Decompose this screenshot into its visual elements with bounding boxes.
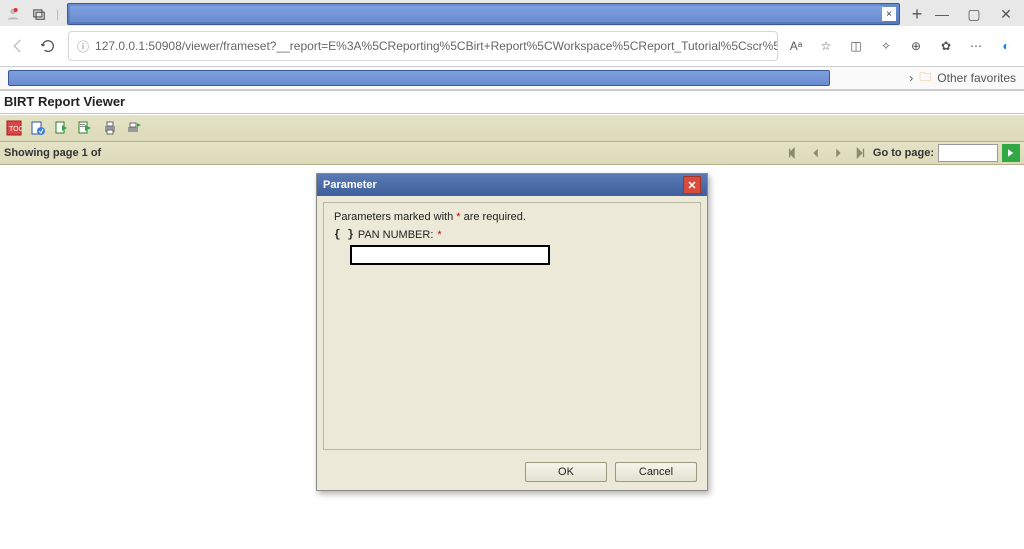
- favorite-star-icon[interactable]: ☆: [818, 39, 834, 53]
- param-label: PAN NUMBER:: [358, 229, 434, 241]
- dialog-button-row: OK Cancel: [317, 456, 707, 490]
- tab-loading-bar: [70, 6, 884, 22]
- window-controls: — ▢ ✕: [934, 6, 1020, 23]
- first-page-button[interactable]: [785, 144, 803, 162]
- maximize-button[interactable]: ▢: [966, 6, 982, 23]
- viewer-toolbar: TOC: [0, 114, 1024, 142]
- tab-close-button[interactable]: ×: [882, 7, 896, 21]
- site-info-icon[interactable]: ⓘ: [77, 38, 89, 55]
- address-bar-row: ⓘ 127.0.0.1:50908/viewer/frameset?__repo…: [0, 26, 1024, 67]
- of-label: of: [91, 147, 101, 159]
- favorites-loading-bar: [8, 70, 830, 86]
- pan-number-input[interactable]: [350, 245, 550, 265]
- browser-tab[interactable]: ×: [67, 3, 900, 25]
- minimize-button[interactable]: —: [934, 6, 950, 23]
- server-print-button[interactable]: [124, 118, 144, 138]
- toc-button[interactable]: TOC: [4, 118, 24, 138]
- url-bar[interactable]: ⓘ 127.0.0.1:50908/viewer/frameset?__repo…: [68, 31, 778, 61]
- goto-page-input[interactable]: [938, 144, 998, 162]
- tab-overview-icon[interactable]: [30, 5, 48, 23]
- last-page-button[interactable]: [851, 144, 869, 162]
- dialog-body: Parameters marked with * are required. {…: [323, 202, 701, 450]
- required-note: Parameters marked with * are required.: [334, 211, 690, 223]
- other-favorites-link[interactable]: Other favorites: [937, 71, 1016, 85]
- svg-text:TOC: TOC: [9, 126, 22, 133]
- viewer-title: BIRT Report Viewer: [0, 91, 1024, 114]
- split-screen-icon[interactable]: ◫: [848, 39, 864, 53]
- required-note-post: are required.: [461, 211, 526, 223]
- export-data-button[interactable]: [76, 118, 96, 138]
- run-report-button[interactable]: [28, 118, 48, 138]
- folder-icon: 🗀: [919, 68, 931, 89]
- favorites-bar: › 🗀 Other favorites: [0, 67, 1024, 90]
- param-input-row: [334, 245, 690, 265]
- url-text: 127.0.0.1:50908/viewer/frameset?__report…: [95, 39, 778, 53]
- browser-chrome: | × + — ▢ ✕ ⓘ 127.0.0.1:50908/viewer/fra…: [0, 0, 1024, 91]
- dialog-titlebar[interactable]: Parameter ✕: [317, 174, 707, 196]
- refresh-button[interactable]: [38, 36, 58, 56]
- collections-icon[interactable]: ⊕: [908, 39, 924, 53]
- copilot-icon[interactable]: ◐: [998, 39, 1014, 53]
- page-navigation-bar: Showing page 1 of Go to page:: [0, 142, 1024, 165]
- birt-viewer: BIRT Report Viewer TOC Showing page 1 of: [0, 91, 1024, 549]
- more-menu-icon[interactable]: ⋯: [968, 39, 984, 53]
- parameter-dialog: Parameter ✕ Parameters marked with * are…: [316, 173, 708, 491]
- export-report-button[interactable]: [52, 118, 72, 138]
- profile-icon[interactable]: [4, 5, 22, 23]
- print-button[interactable]: [100, 118, 120, 138]
- param-row-pan-number: { } PAN NUMBER: *: [334, 229, 690, 241]
- next-page-button[interactable]: [829, 144, 847, 162]
- current-page-number: 1: [82, 147, 88, 159]
- dialog-close-button[interactable]: ✕: [683, 176, 701, 194]
- dialog-title-text: Parameter: [323, 179, 377, 191]
- prev-page-button[interactable]: [807, 144, 825, 162]
- goto-page-button[interactable]: [1002, 144, 1020, 162]
- showing-page-label: Showing page: [4, 147, 79, 159]
- cancel-button[interactable]: Cancel: [615, 462, 697, 482]
- reading-mode-icon[interactable]: Aᵃ: [788, 39, 804, 53]
- close-window-button[interactable]: ✕: [998, 6, 1014, 23]
- report-body: Parameter ✕ Parameters marked with * are…: [0, 165, 1024, 549]
- goto-page-label: Go to page:: [873, 147, 934, 159]
- ok-button[interactable]: OK: [525, 462, 607, 482]
- new-tab-button[interactable]: +: [908, 5, 926, 23]
- favorites-overflow-icon[interactable]: ›: [909, 71, 913, 85]
- favorites-hub-icon[interactable]: ✧: [878, 39, 894, 53]
- param-braces-icon: { }: [334, 229, 354, 241]
- tab-strip: | × + — ▢ ✕: [0, 0, 1024, 26]
- param-required-star: *: [437, 229, 441, 241]
- back-button[interactable]: [8, 36, 28, 56]
- required-note-pre: Parameters marked with: [334, 211, 456, 223]
- address-actions: Aᵃ ☆ ◫ ✧ ⊕ ✿ ⋯ ◐: [788, 39, 1016, 53]
- extensions-icon[interactable]: ✿: [938, 39, 954, 53]
